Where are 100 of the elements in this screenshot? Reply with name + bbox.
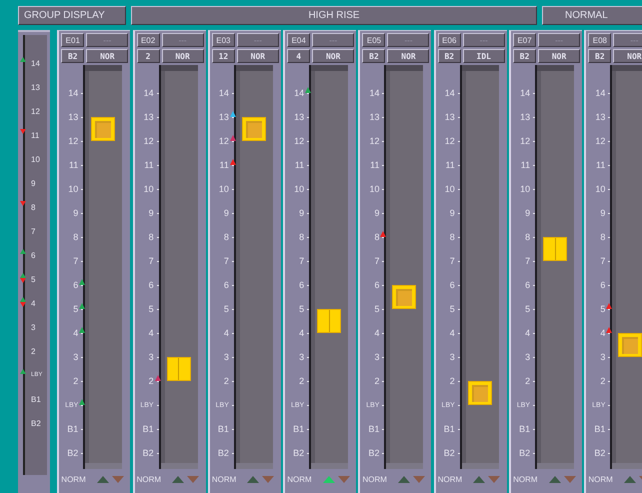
car-status: NOR: [387, 49, 430, 63]
floor-label: B2: [444, 448, 455, 458]
floor-label: 6: [148, 280, 154, 290]
floor-label: 9: [450, 208, 455, 218]
floor-label: 8: [73, 232, 78, 242]
floor-label: B2: [519, 448, 530, 458]
floor-label: 9: [148, 208, 154, 218]
floor-label: 13: [31, 82, 40, 92]
floor-label: B1: [594, 424, 606, 434]
floor-label: B1: [293, 424, 304, 434]
floor-label: 10: [369, 184, 380, 194]
floor-label: 4: [148, 328, 154, 338]
car-info: ---: [236, 33, 279, 47]
floor-label: 5: [299, 304, 304, 314]
floor-label: 2: [374, 376, 380, 386]
car-id: E05: [362, 33, 386, 47]
floor-label: 5: [450, 304, 455, 314]
floor-label: 8: [600, 232, 606, 242]
floor-label: 7: [299, 256, 304, 266]
car-status: NOR: [538, 49, 580, 63]
car-id: E03: [212, 33, 235, 47]
floor-label: 6: [450, 280, 455, 290]
floor-label: 11: [445, 160, 455, 170]
floor-label: 14: [68, 88, 78, 98]
car-info: ---: [312, 33, 354, 47]
floor-label: B2: [31, 418, 41, 428]
floor-label: 2: [224, 376, 229, 386]
car-id: E07: [513, 33, 536, 47]
floor-label: 3: [525, 352, 530, 362]
floor-label: 11: [144, 160, 154, 170]
car-id: E08: [588, 33, 612, 47]
floor-label: 8: [148, 232, 154, 242]
car-mode: NORM: [362, 474, 387, 484]
floor-label: B1: [519, 424, 530, 434]
car-mode: NORM: [287, 474, 312, 484]
floor-label: 12: [218, 136, 229, 146]
floor-label: 6: [374, 280, 380, 290]
floor-label: 12: [144, 136, 154, 146]
floor-label: 5: [525, 304, 530, 314]
car-mode: NORM: [588, 474, 613, 484]
car-info: ---: [613, 33, 642, 47]
floor-label: 9: [73, 208, 78, 218]
floor-label: B2: [67, 448, 78, 458]
car-info: ---: [462, 33, 505, 47]
floor-label: 14: [444, 88, 455, 98]
floor-label: 2: [299, 376, 304, 386]
car-info: ---: [538, 33, 580, 47]
floor-label: 6: [600, 280, 606, 290]
floor-label: 12: [294, 136, 304, 146]
car-info: ---: [162, 33, 204, 47]
floor-label: 8: [224, 232, 229, 242]
floor-label: B1: [368, 424, 380, 434]
car-position: 4: [287, 49, 310, 63]
car-status: NOR: [86, 49, 128, 63]
floor-label: 14: [369, 88, 380, 98]
floor-label: B1: [67, 424, 78, 434]
floor-label: 7: [73, 256, 78, 266]
floor-label: 2: [450, 376, 455, 386]
group-mode: NORMAL: [542, 6, 642, 25]
floor-label: 11: [294, 160, 304, 170]
floor-label: 3: [148, 352, 154, 362]
floor-label: 10: [595, 184, 606, 194]
floor-label: 7: [148, 256, 154, 266]
floor-label: 2: [31, 346, 36, 356]
car-position: B2: [513, 49, 536, 63]
floor-label: 14: [595, 88, 606, 98]
floor-label: 5: [73, 304, 78, 314]
car-id: E04: [287, 33, 310, 47]
floor-label: 12: [444, 136, 455, 146]
floor-label: 4: [299, 328, 304, 338]
floor-label: B1: [218, 424, 229, 434]
floor-label: B1: [444, 424, 455, 434]
floor-label: 8: [525, 232, 530, 242]
floor-label: 4: [450, 328, 455, 338]
car-position: B2: [438, 49, 461, 63]
car-position: B2: [362, 49, 386, 63]
car-info: ---: [387, 33, 430, 47]
floor-label: 8: [299, 232, 304, 242]
floor-label: 4: [600, 328, 606, 338]
car-mode: NORM: [212, 474, 236, 484]
car-position: B2: [61, 49, 84, 63]
floor-label: 2: [525, 376, 530, 386]
floor-label: 14: [520, 88, 530, 98]
car-mode: NORM: [61, 474, 86, 484]
floor-label: 9: [299, 208, 304, 218]
floor-label: 12: [369, 136, 380, 146]
floor-label: 11: [596, 160, 606, 170]
car-id: E06: [438, 33, 461, 47]
floor-label: 6: [299, 280, 304, 290]
floor-label: 2: [73, 376, 78, 386]
floor-label: 6: [31, 250, 36, 260]
floor-label: 7: [374, 256, 380, 266]
floor-label: 3: [73, 352, 78, 362]
floor-label: 3: [299, 352, 304, 362]
down-triangle-icon: [187, 476, 200, 482]
floor-label: 14: [31, 58, 40, 68]
floor-label: 11: [220, 160, 229, 170]
floor-label: 12: [520, 136, 530, 146]
floor-label: 3: [31, 322, 36, 332]
car-position: B2: [588, 49, 612, 63]
